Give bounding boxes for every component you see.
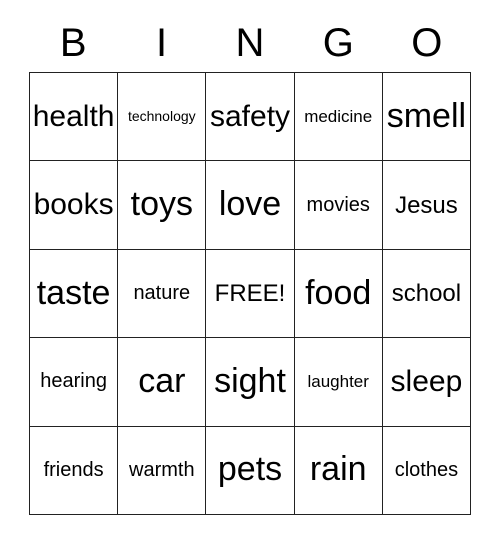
bingo-cell-label: FREE! <box>214 279 286 307</box>
bingo-header-letter-b: B <box>59 21 87 65</box>
bingo-cell[interactable]: toys <box>118 161 207 250</box>
bingo-cell[interactable]: hearing <box>30 338 119 427</box>
bingo-cell-label: taste <box>36 273 111 312</box>
bingo-cell-label: smell <box>386 96 467 135</box>
bingo-cell[interactable]: technology <box>118 73 207 162</box>
bingo-cell-label: hearing <box>40 370 107 393</box>
bingo-cell[interactable]: books <box>30 161 119 250</box>
bingo-cell-free-space[interactable]: FREE! <box>206 249 295 339</box>
bingo-cell[interactable]: movies <box>294 161 383 250</box>
bingo-cell[interactable]: friends <box>30 426 119 516</box>
bingo-cell[interactable]: taste <box>30 249 119 339</box>
bingo-cell-label: warmth <box>129 458 195 481</box>
bingo-cell-label: sleep <box>390 365 463 399</box>
bingo-cell-label: friends <box>43 458 104 481</box>
bingo-cell[interactable]: laughter <box>294 338 383 427</box>
bingo-header-row: B I N G O <box>29 14 471 72</box>
bingo-cell[interactable]: school <box>382 249 472 339</box>
bingo-cell[interactable]: car <box>118 338 207 427</box>
bingo-cell[interactable]: sight <box>206 338 295 427</box>
bingo-header-letter-i: I <box>156 21 168 65</box>
bingo-cell-label: safety <box>209 99 291 133</box>
bingo-cell[interactable]: medicine <box>294 73 383 162</box>
bingo-card: B I N G O health technology safety medic… <box>29 14 472 516</box>
bingo-cell-label: health <box>32 99 115 133</box>
bingo-row: friends warmth pets rain clothes <box>30 426 472 516</box>
bingo-row: hearing car sight laughter sleep <box>30 338 472 427</box>
bingo-header-letter-o: O <box>411 21 443 65</box>
bingo-cell[interactable]: rain <box>294 426 383 516</box>
bingo-cell-label: love <box>218 185 282 224</box>
bingo-header-letter-g: G <box>322 21 354 65</box>
bingo-cell[interactable]: clothes <box>382 426 472 516</box>
bingo-cell-label: school <box>391 279 462 307</box>
bingo-cell[interactable]: Jesus <box>382 161 472 250</box>
bingo-cell-label: rain <box>309 450 367 489</box>
bingo-cell-label: sight <box>214 362 286 401</box>
bingo-cell-label: nature <box>133 282 191 305</box>
bingo-cell[interactable]: sleep <box>382 338 472 427</box>
bingo-grid: health technology safety medicine smell … <box>29 72 472 516</box>
bingo-cell-label: car <box>138 362 186 401</box>
bingo-cell-label: Jesus <box>395 191 458 219</box>
bingo-cell-label: pets <box>217 450 283 489</box>
bingo-cell[interactable]: pets <box>206 426 295 516</box>
bingo-cell[interactable]: warmth <box>118 426 207 516</box>
bingo-cell-label: toys <box>130 185 193 224</box>
bingo-cell-label: books <box>33 188 114 222</box>
bingo-cell[interactable]: love <box>206 161 295 250</box>
bingo-cell-label: food <box>305 273 372 312</box>
bingo-cell[interactable]: nature <box>118 249 207 339</box>
bingo-cell-label: laughter <box>307 372 369 391</box>
bingo-cell-label: medicine <box>304 106 373 126</box>
bingo-cell-label: clothes <box>394 458 459 481</box>
bingo-header-letter-n: N <box>235 21 265 65</box>
bingo-cell-label: technology <box>127 108 196 125</box>
bingo-cell[interactable]: smell <box>382 73 472 162</box>
bingo-cell[interactable]: food <box>294 249 383 339</box>
bingo-row: health technology safety medicine smell <box>30 73 472 162</box>
bingo-cell[interactable]: safety <box>206 73 295 162</box>
bingo-row: taste nature FREE! food school <box>30 249 472 339</box>
bingo-row: books toys love movies Jesus <box>30 161 472 250</box>
bingo-cell[interactable]: health <box>30 73 119 162</box>
bingo-cell-label: movies <box>306 193 370 216</box>
